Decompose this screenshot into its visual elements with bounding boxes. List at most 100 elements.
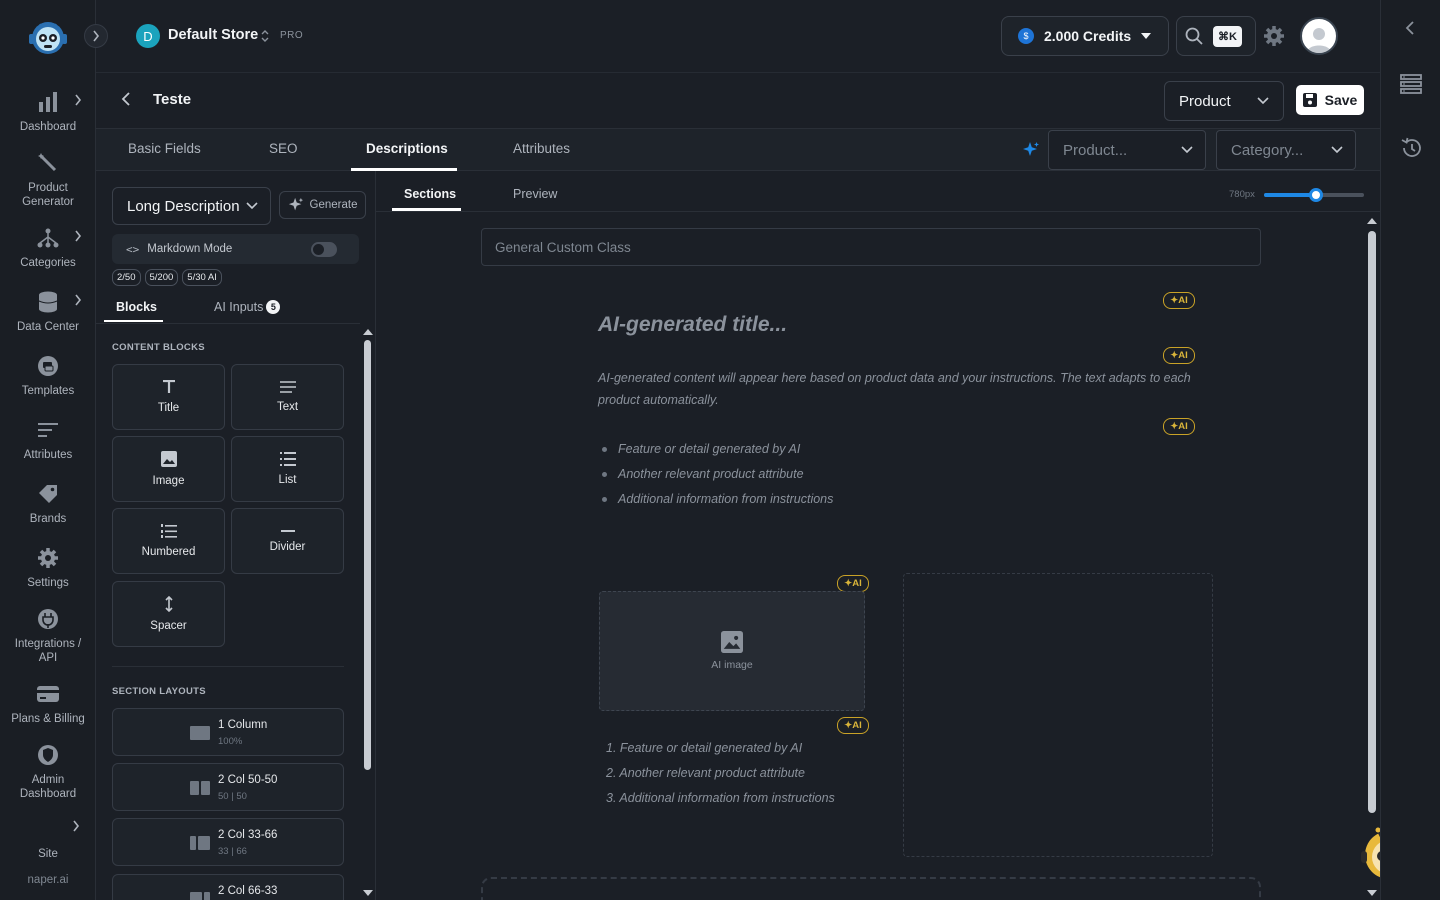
chevron-up-down-icon[interactable] (260, 28, 270, 44)
block-title[interactable]: Title (112, 364, 225, 430)
slider-handle[interactable] (1309, 188, 1323, 202)
database-icon (36, 290, 60, 314)
sparkle-icon[interactable] (1022, 141, 1040, 159)
sidebar-item-data-center[interactable]: Data Center (0, 290, 96, 334)
ai-image-block[interactable]: AI image (599, 591, 865, 711)
ai-badge[interactable]: ✦ AI (1163, 418, 1195, 435)
ai-badge[interactable]: ✦ AI (1163, 292, 1195, 309)
ai-bullet-list-block[interactable]: Feature or detail generated by AI Anothe… (598, 438, 833, 513)
sparkle-icon: ✦ (844, 578, 853, 589)
markdown-mode-toggle[interactable] (311, 242, 337, 257)
ai-badge-label: AI (1178, 350, 1188, 361)
block-numbered[interactable]: Numbered (112, 508, 225, 574)
blocks-scrollbar[interactable] (360, 324, 375, 900)
main-sidebar: Dashboard Product Generator Categories D… (0, 0, 96, 900)
app-logo[interactable] (26, 16, 70, 60)
keyboard-shortcut: ⌘K (1213, 25, 1242, 47)
block-divider[interactable]: Divider (231, 508, 344, 574)
next-section-dropzone[interactable] (481, 877, 1261, 900)
block-image[interactable]: Image (112, 436, 225, 502)
site-label: Site (38, 848, 58, 860)
user-avatar[interactable] (1300, 17, 1338, 55)
sidebar-item-attributes[interactable]: Attributes (0, 418, 96, 462)
ai-text-block[interactable]: AI-generated content will appear here ba… (598, 367, 1198, 411)
generate-button[interactable]: Generate (279, 191, 366, 219)
tab-attributes[interactable]: Attributes (513, 141, 570, 156)
layout-2-col-66-33[interactable]: 2 Col 66-33 (112, 874, 344, 900)
layout-name: 2 Col 50-50 (218, 774, 278, 786)
product-select[interactable]: Product... (1048, 130, 1206, 170)
image-icon (721, 631, 743, 653)
entity-type-select[interactable]: Product (1164, 81, 1284, 121)
tab-seo[interactable]: SEO (269, 141, 298, 156)
custom-class-input[interactable]: General Custom Class (481, 228, 1261, 266)
layout-1-column[interactable]: 1 Column 100% (112, 708, 344, 756)
block-label: Numbered (141, 546, 196, 558)
back-arrow-icon[interactable] (118, 89, 134, 109)
sidebar-item-plans-billing[interactable]: Plans & Billing (0, 682, 96, 726)
tab-sections[interactable]: Sections (404, 187, 456, 201)
ai-badge[interactable]: ✦ AI (837, 717, 869, 734)
layout-2-col-33-66[interactable]: 2 Col 33-66 33 | 66 (112, 818, 344, 866)
description-type-value: Long Description (127, 197, 240, 215)
layers-list-icon[interactable] (1400, 74, 1422, 94)
canvas-width-slider[interactable] (1264, 188, 1364, 202)
sparkle-icon: ✦ (1170, 421, 1179, 432)
sidebar-item-product-generator[interactable]: Product Generator (0, 151, 96, 209)
subtab-ai-inputs[interactable]: AI Inputs 5 (214, 300, 281, 314)
chevron-left-icon[interactable] (1405, 20, 1415, 36)
chevron-right-icon (74, 230, 82, 242)
sidebar-item-integrations[interactable]: Integrations / API (0, 607, 96, 665)
subtab-blocks[interactable]: Blocks (116, 300, 157, 314)
active-subtab-indicator (104, 320, 163, 322)
sidebar-item-settings[interactable]: Settings (0, 546, 96, 590)
site-url[interactable]: naper.ai (0, 874, 96, 886)
layout-2-col-50-50[interactable]: 2 Col 50-50 50 | 50 (112, 763, 344, 811)
page-header: Teste Product Save (96, 72, 1380, 128)
sidebar-item-templates[interactable]: Templates (0, 354, 96, 398)
ai-title-block[interactable]: AI-generated title... (598, 313, 787, 337)
ai-numbered-list-block[interactable]: 1. Feature or detail generated by AI 2. … (598, 737, 835, 812)
assistant-mascot-icon[interactable] (1358, 825, 1380, 881)
store-avatar[interactable]: D (136, 24, 160, 48)
layout-ratio: 100% (218, 736, 243, 747)
list-item: 3. Additional information from instructi… (606, 791, 835, 805)
section-layouts-heading: SECTION LAYOUTS (112, 686, 206, 697)
scrollbar-thumb[interactable] (364, 340, 371, 770)
attributes-icon (36, 418, 60, 442)
entity-type-value: Product (1179, 92, 1231, 110)
sidebar-collapse-button[interactable] (84, 24, 108, 48)
sidebar-item-categories[interactable]: Categories (0, 226, 96, 270)
vertical-arrows-icon (164, 596, 173, 612)
block-spacer[interactable]: Spacer (112, 581, 225, 647)
sidebar-item-admin-dashboard[interactable]: Admin Dashboard (0, 743, 96, 801)
history-icon[interactable] (1400, 137, 1422, 159)
block-list[interactable]: List (231, 436, 344, 502)
ai-badge-label: AI (1178, 295, 1188, 306)
category-select-placeholder: Category... (1231, 141, 1304, 159)
scrollbar-thumb[interactable] (1368, 231, 1376, 813)
ai-badge[interactable]: ✦ AI (1163, 347, 1195, 364)
canvas-scrollbar[interactable] (1364, 212, 1380, 900)
counter-badge: 5/30 AI (182, 269, 222, 286)
category-select[interactable]: Category... (1216, 130, 1356, 170)
gear-icon[interactable] (1263, 25, 1285, 47)
expand-site-chevron-icon[interactable] (72, 820, 80, 832)
sidebar-item-brands[interactable]: Brands (0, 482, 96, 526)
chevron-down-icon (246, 202, 258, 210)
store-name[interactable]: Default Store (168, 27, 258, 43)
caret-down-icon (1141, 33, 1152, 39)
block-text[interactable]: Text (231, 364, 344, 430)
description-type-select[interactable]: Long Description (112, 187, 271, 225)
canvas-width-label: 780px (1229, 189, 1255, 200)
hierarchy-icon (36, 226, 60, 250)
save-button[interactable]: Save (1296, 85, 1364, 115)
tab-basic-fields[interactable]: Basic Fields (128, 141, 201, 156)
search-button[interactable]: ⌘K (1176, 16, 1256, 56)
sidebar-item-dashboard[interactable]: Dashboard (0, 90, 96, 134)
empty-column-dropzone[interactable] (903, 573, 1213, 857)
tab-preview[interactable]: Preview (513, 187, 557, 201)
ai-badge[interactable]: ✦ AI (837, 575, 869, 592)
tab-descriptions[interactable]: Descriptions (366, 141, 448, 156)
credits-button[interactable]: $ 2.000 Credits (1001, 16, 1169, 56)
